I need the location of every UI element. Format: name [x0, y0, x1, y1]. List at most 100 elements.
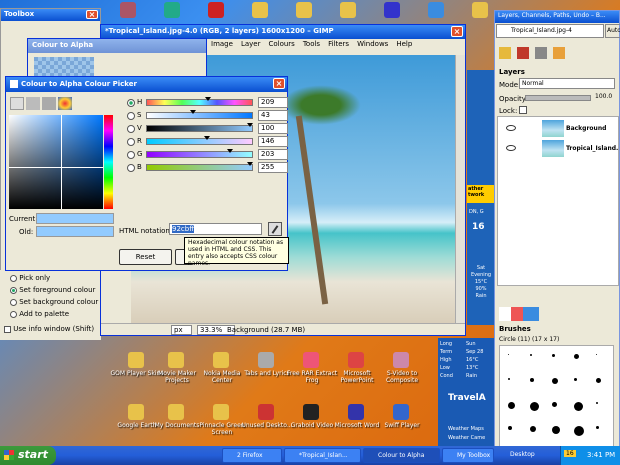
travel-ad[interactable]: TravelA [448, 393, 494, 407]
option-add-palette[interactable]: Add to palette [10, 310, 69, 318]
selector-tab-gimp[interactable] [10, 97, 24, 110]
unit-select[interactable]: px [171, 325, 192, 335]
saturation-value-square[interactable] [9, 115, 103, 209]
tab-layers[interactable] [499, 47, 511, 59]
layer-row-background[interactable]: Background [498, 119, 618, 139]
channel-value-input[interactable]: 43 [258, 110, 288, 121]
desktop-top-icon[interactable] [384, 2, 400, 18]
channel-value-input[interactable]: 209 [258, 97, 288, 108]
desktop-icon[interactable] [213, 404, 229, 420]
opacity-value[interactable]: 100.0 [595, 93, 612, 100]
weather-cam-link[interactable]: Weather Came [448, 435, 485, 441]
opacity-slider[interactable] [525, 95, 591, 101]
c2a-titlebar[interactable]: Colour to Alpha [28, 39, 206, 53]
menu-item[interactable]: Filters [328, 40, 349, 48]
channel-value-input[interactable]: 100 [258, 123, 288, 134]
menu-item[interactable]: Image [211, 40, 233, 48]
channel-slider-s[interactable] [146, 110, 253, 119]
brush-swatch[interactable] [552, 402, 557, 407]
selector-tab-triangle[interactable] [42, 97, 56, 110]
brush-swatch[interactable] [552, 378, 558, 384]
brush-swatch[interactable] [508, 354, 509, 355]
channel-radio-h[interactable] [127, 99, 135, 107]
brush-swatch[interactable] [508, 378, 510, 380]
brush-swatch[interactable] [508, 402, 515, 409]
reset-button[interactable]: Reset [119, 249, 172, 265]
selector-tab-cmyk[interactable] [26, 97, 40, 110]
desktop-icon[interactable] [393, 352, 409, 368]
desktop-icon[interactable] [348, 352, 364, 368]
brush-swatch[interactable] [596, 426, 599, 429]
desktop-icon[interactable] [258, 404, 274, 420]
mode-select[interactable]: Normal [519, 78, 615, 89]
tab-channels[interactable] [517, 47, 529, 59]
brush-swatch[interactable] [574, 426, 584, 436]
menu-item[interactable]: Layer [241, 40, 261, 48]
toolbox-titlebar[interactable]: Toolbox × [1, 9, 100, 21]
channel-radio-s[interactable] [127, 112, 135, 120]
desktop-top-icon[interactable] [164, 2, 180, 18]
channel-slider-b[interactable] [146, 162, 253, 171]
desktop-top-icon[interactable] [296, 2, 312, 18]
option-set-background[interactable]: Set background colour [10, 298, 98, 306]
taskbar-item-desktop[interactable]: Desktop [496, 448, 536, 463]
desktop-icon[interactable] [303, 404, 319, 420]
option-set-foreground[interactable]: Set foreground colour [10, 286, 95, 294]
desktop-icon[interactable] [168, 404, 184, 420]
hue-strip[interactable] [104, 115, 113, 209]
channel-slider-g[interactable] [146, 149, 253, 158]
menu-item[interactable]: Windows [357, 40, 388, 48]
picker-titlebar[interactable]: Colour to Alpha Colour Picker × [6, 77, 287, 92]
brush-swatch[interactable] [530, 402, 539, 411]
channel-slider-r[interactable] [146, 136, 253, 145]
brush-swatch[interactable] [552, 354, 555, 357]
option-pick-only[interactable]: Pick only [10, 274, 50, 282]
channel-value-input[interactable]: 203 [258, 149, 288, 160]
desktop-icon[interactable] [348, 404, 364, 420]
layers-titlebar[interactable]: Layers, Channels, Paths, Undo – B... [495, 11, 619, 23]
menu-item[interactable]: Tools [303, 40, 320, 48]
eye-icon[interactable] [506, 125, 516, 131]
html-notation-input[interactable]: 92cbff [169, 223, 262, 235]
brush-swatch[interactable] [530, 378, 534, 382]
use-info-window-checkbox[interactable]: Use info window (Shift) [4, 325, 94, 333]
brush-swatch[interactable] [574, 378, 577, 381]
desktop-icon[interactable] [168, 352, 184, 368]
desktop-icon[interactable] [213, 352, 229, 368]
taskbar-item-gimp[interactable]: *Tropical_Islan... [284, 448, 361, 463]
brush-swatch[interactable] [530, 354, 532, 356]
lock-alpha-checkbox[interactable] [519, 106, 527, 114]
eye-icon[interactable] [506, 145, 516, 151]
menu-item[interactable]: Help [396, 40, 412, 48]
brush-swatch[interactable] [574, 402, 583, 411]
channel-radio-b[interactable] [127, 164, 135, 172]
close-icon[interactable]: × [451, 26, 463, 37]
taskbar-item-colour-to-alpha[interactable]: Colour to Alpha [363, 448, 440, 463]
tab-undo[interactable] [553, 47, 565, 59]
channel-radio-v[interactable] [127, 125, 135, 133]
weather-maps-link[interactable]: Weather Maps [448, 426, 484, 432]
close-icon[interactable]: × [86, 10, 98, 19]
desktop-top-icon[interactable] [120, 2, 136, 18]
eyedropper-button[interactable] [268, 222, 282, 236]
desktop-top-icon[interactable] [252, 2, 268, 18]
fg-bg-swatches[interactable] [499, 307, 539, 321]
selector-tab-watercolor[interactable] [58, 97, 72, 110]
brush-swatch[interactable] [596, 354, 597, 355]
start-button[interactable]: start [0, 446, 56, 465]
auto-button[interactable]: Auto [605, 24, 620, 38]
channel-radio-g[interactable] [127, 151, 135, 159]
brush-swatch[interactable] [530, 426, 536, 432]
desktop-icon[interactable] [393, 404, 409, 420]
taskbar-item-toolbox[interactable]: My Toolbox [442, 448, 494, 463]
desktop-icon[interactable] [258, 352, 274, 368]
menu-item[interactable]: Colours [268, 40, 294, 48]
desktop-top-icon[interactable] [472, 2, 488, 18]
brush-swatch[interactable] [596, 378, 601, 383]
vertical-scrollbar[interactable] [455, 55, 465, 325]
desktop-icon[interactable] [128, 352, 144, 368]
channel-radio-r[interactable] [127, 138, 135, 146]
tab-paths[interactable] [535, 47, 547, 59]
desktop-top-icon[interactable] [208, 2, 224, 18]
channel-value-input[interactable]: 146 [258, 136, 288, 147]
